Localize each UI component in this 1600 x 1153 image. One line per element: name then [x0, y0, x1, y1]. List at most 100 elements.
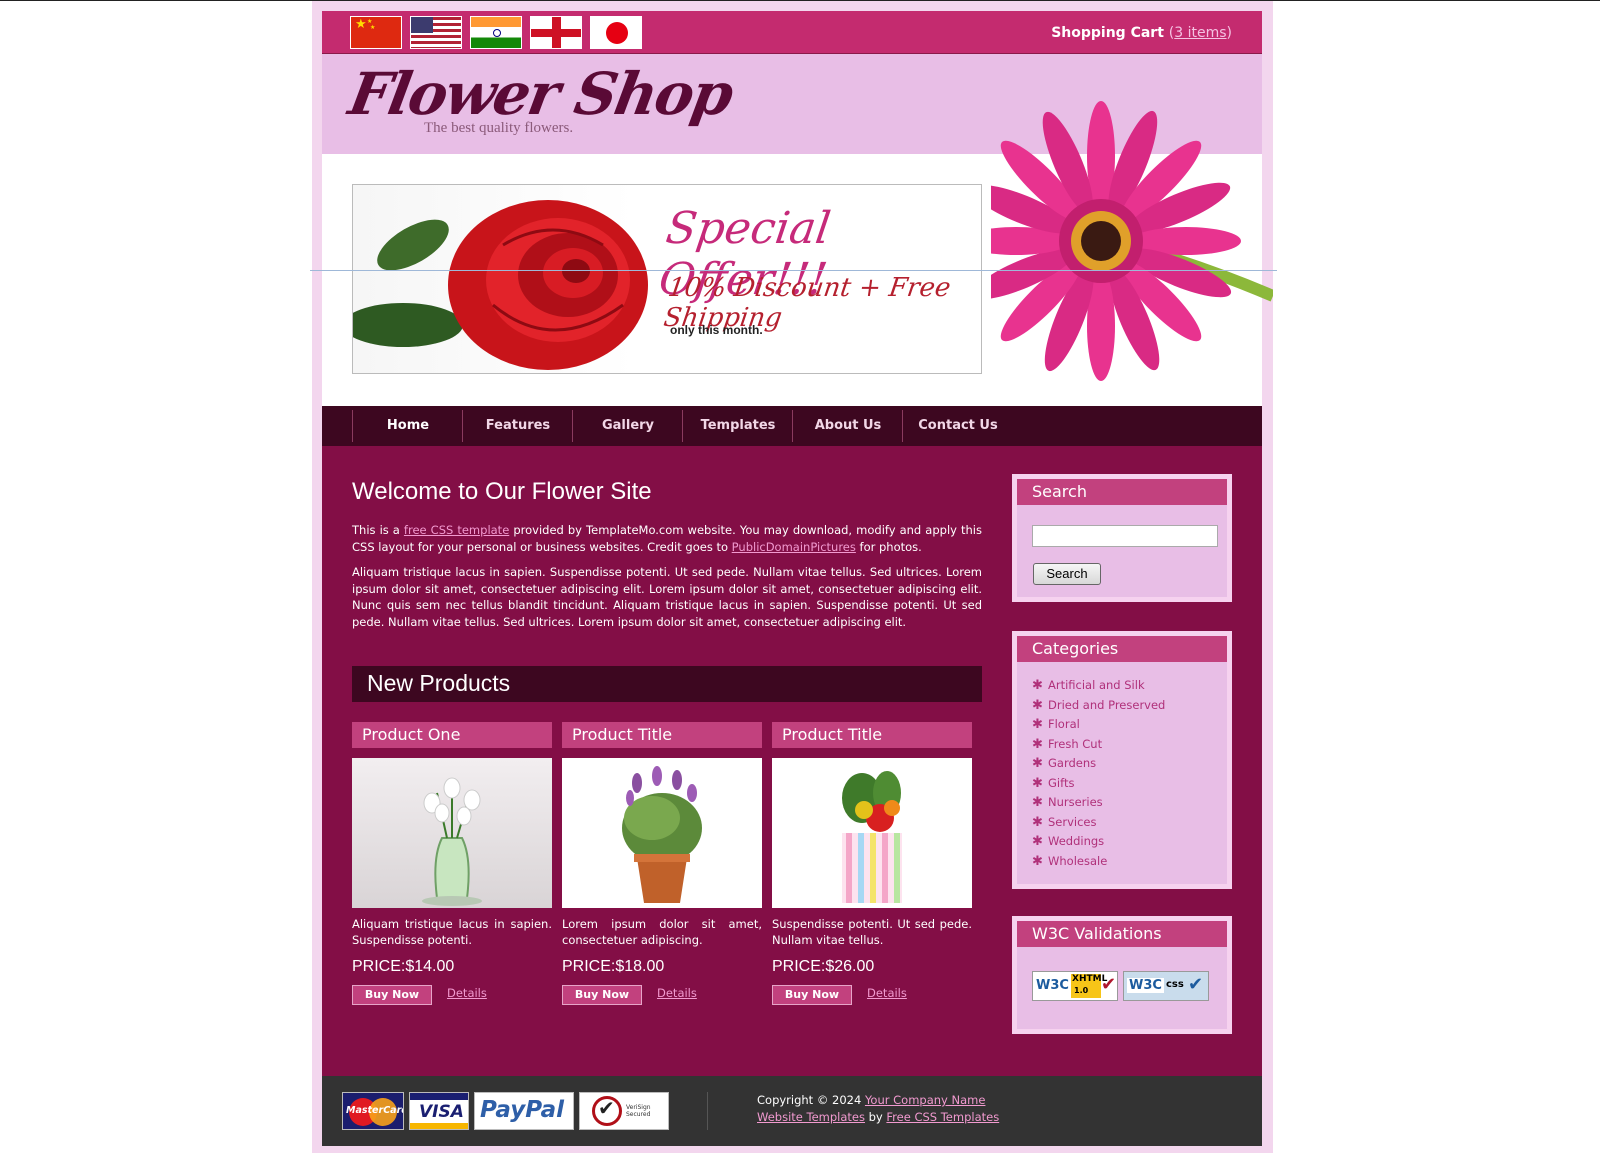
verisign-label: VeriSign Secured — [626, 1104, 651, 1118]
category-item[interactable]: ✱ Gardens — [1032, 756, 1096, 771]
details-link[interactable]: Details — [447, 986, 487, 1000]
product-title[interactable]: Product Title — [772, 722, 972, 748]
snowdrop-vase-image[interactable] — [352, 758, 552, 908]
mastercard-label: MasterCard — [346, 1105, 404, 1116]
flower-bullet-icon: ✱ — [1032, 775, 1043, 791]
category-label: Weddings — [1048, 834, 1105, 848]
mastercard-icon: MasterCard — [342, 1092, 404, 1130]
top-bar: ★ ★ ★ Shopping Cart (3 items) — [322, 11, 1262, 54]
shopping-cart: Shopping Cart (3 items) — [1051, 25, 1232, 41]
w3c-xhtml-badge-icon[interactable]: W3C XHTML 1.0 ✔ — [1032, 971, 1118, 1001]
new-products-title: New Products — [367, 670, 511, 696]
category-label: Floral — [1048, 717, 1080, 731]
search-heading: Search — [1017, 479, 1227, 505]
category-item[interactable]: ✱ Wholesale — [1032, 854, 1107, 869]
flower-bullet-icon: ✱ — [1032, 814, 1043, 830]
search-button[interactable]: Search — [1033, 563, 1101, 585]
flower-bullet-icon: ✱ — [1032, 756, 1043, 771]
product-price: PRICE:$18.00 — [562, 958, 665, 975]
intro-text-1: This is a — [352, 523, 404, 537]
verisign-secured-icon: ✔ VeriSign Secured — [579, 1092, 669, 1130]
w3c-validations-box: W3C Validations W3C XHTML 1.0 ✔ W3C css … — [1012, 916, 1232, 1034]
india-flag-icon[interactable] — [470, 16, 522, 49]
product-title[interactable]: Product Title — [562, 722, 762, 748]
free-css-template-link[interactable]: free CSS template — [404, 523, 509, 537]
category-item[interactable]: ✱ Gifts — [1032, 776, 1074, 791]
product-price: PRICE:$26.00 — [772, 958, 875, 975]
logo-title[interactable]: Flower Shop — [344, 60, 737, 128]
category-label: Gardens — [1048, 756, 1097, 770]
verisign-checkmark-icon: ✔ — [598, 1096, 615, 1120]
gift-bouquet-image[interactable] — [772, 758, 972, 908]
buy-now-button[interactable]: Buy Now — [562, 985, 642, 1005]
category-item[interactable]: ✱ Floral — [1032, 717, 1080, 732]
nav-features[interactable]: Features — [462, 410, 573, 442]
visa-label: VISA — [419, 1102, 464, 1122]
japan-flag-icon[interactable] — [590, 16, 642, 49]
red-rose-image — [353, 200, 648, 370]
w3c-css-badge-icon[interactable]: W3C css ✔ — [1123, 971, 1209, 1001]
product-card: Product One Aliquam tristique lacus in s… — [352, 722, 552, 1005]
product-price: PRICE:$14.00 — [352, 958, 455, 975]
category-item[interactable]: ✱ Services — [1032, 815, 1097, 830]
categories-heading: Categories — [1017, 636, 1227, 662]
intro-text-3: for photos. — [855, 539, 922, 554]
product-card: Product Title Suspendisse potenti. Ut se… — [772, 722, 972, 1005]
flower-bullet-icon: ✱ — [1032, 717, 1043, 732]
w3c-heading: W3C Validations — [1017, 921, 1227, 947]
product-description: Suspendisse potenti. Ut sed pede. Nullam… — [772, 917, 972, 947]
details-link[interactable]: Details — [867, 986, 907, 1000]
product-card: Product Title Lorem ipsum dolor sit amet… — [562, 722, 762, 1005]
category-label: Wholesale — [1048, 853, 1108, 868]
china-flag-icon[interactable]: ★ ★ ★ — [350, 16, 402, 49]
lavender-pot-image[interactable] — [562, 758, 762, 908]
buy-now-button[interactable]: Buy Now — [772, 985, 852, 1005]
footer-by-text: by — [864, 1110, 887, 1124]
footer-divider — [707, 1092, 708, 1130]
website-templates-link[interactable]: Website Templates — [757, 1110, 865, 1124]
category-item[interactable]: ✱ Artificial and Silk — [1032, 678, 1145, 693]
search-box: Search Search — [1012, 474, 1232, 602]
welcome-title: Welcome to Our Flower Site — [352, 478, 652, 505]
flower-bullet-icon: ✱ — [1032, 736, 1043, 752]
footer-text: Copyright © 2024 Your Company Name Websi… — [757, 1092, 999, 1126]
category-item[interactable]: ✱ Nurseries — [1032, 795, 1103, 810]
page-frame: ★ ★ ★ Shopping Cart (3 items) Flower Sho… — [312, 1, 1273, 1153]
flower-bullet-icon: ✱ — [1032, 834, 1043, 849]
logo-tagline: The best quality flowers. — [424, 120, 574, 136]
public-domain-pictures-link[interactable]: PublicDomainPictures — [732, 540, 856, 554]
usa-flag-icon[interactable] — [410, 16, 462, 49]
nav-about-us[interactable]: About Us — [792, 410, 903, 442]
categories-box: Categories ✱ Artificial and Silk ✱ Dried a… — [1012, 631, 1232, 889]
new-products-header: New Products — [352, 666, 982, 702]
cart-label: Shopping Cart — [1051, 25, 1164, 41]
category-item[interactable]: ✱ Weddings — [1032, 834, 1104, 849]
buy-now-button[interactable]: Buy Now — [352, 985, 432, 1005]
paypal-label: PayPal — [480, 1097, 564, 1123]
category-item[interactable]: ✱ Fresh Cut — [1032, 737, 1102, 752]
category-label: Fresh Cut — [1048, 736, 1103, 751]
nav-templates[interactable]: Templates — [682, 410, 793, 442]
nav-contact-us[interactable]: Contact Us — [902, 410, 1013, 442]
product-title[interactable]: Product One — [352, 722, 552, 748]
category-label: Nurseries — [1048, 795, 1103, 809]
product-actions: Buy Now Details — [562, 985, 762, 1005]
flower-bullet-icon: ✱ — [1032, 697, 1043, 713]
free-css-templates-link[interactable]: Free CSS Templates — [886, 1110, 999, 1124]
nav-home[interactable]: Home — [352, 410, 463, 442]
details-link[interactable]: Details — [657, 986, 697, 1000]
category-label: Dried and Preserved — [1048, 697, 1166, 712]
checkmark-icon: ✔ — [1101, 974, 1117, 995]
company-name-link[interactable]: Your Company Name — [865, 1093, 986, 1107]
flower-bullet-icon: ✱ — [1032, 795, 1043, 810]
flower-bullet-icon: ✱ — [1032, 678, 1043, 693]
visa-icon: VISA — [409, 1092, 469, 1130]
cart-items-link[interactable]: 3 items — [1174, 25, 1226, 41]
special-offer-box: Special Offer!!! 10% Discount + Free Shi… — [352, 184, 982, 374]
checkmark-icon: ✔ — [1188, 974, 1204, 995]
england-flag-icon[interactable] — [530, 16, 582, 49]
nav-gallery[interactable]: Gallery — [572, 410, 683, 442]
search-input[interactable] — [1032, 525, 1218, 547]
copyright-text: Copyright © 2024 — [757, 1093, 865, 1107]
category-item[interactable]: ✱ Dried and Preserved — [1032, 698, 1165, 713]
